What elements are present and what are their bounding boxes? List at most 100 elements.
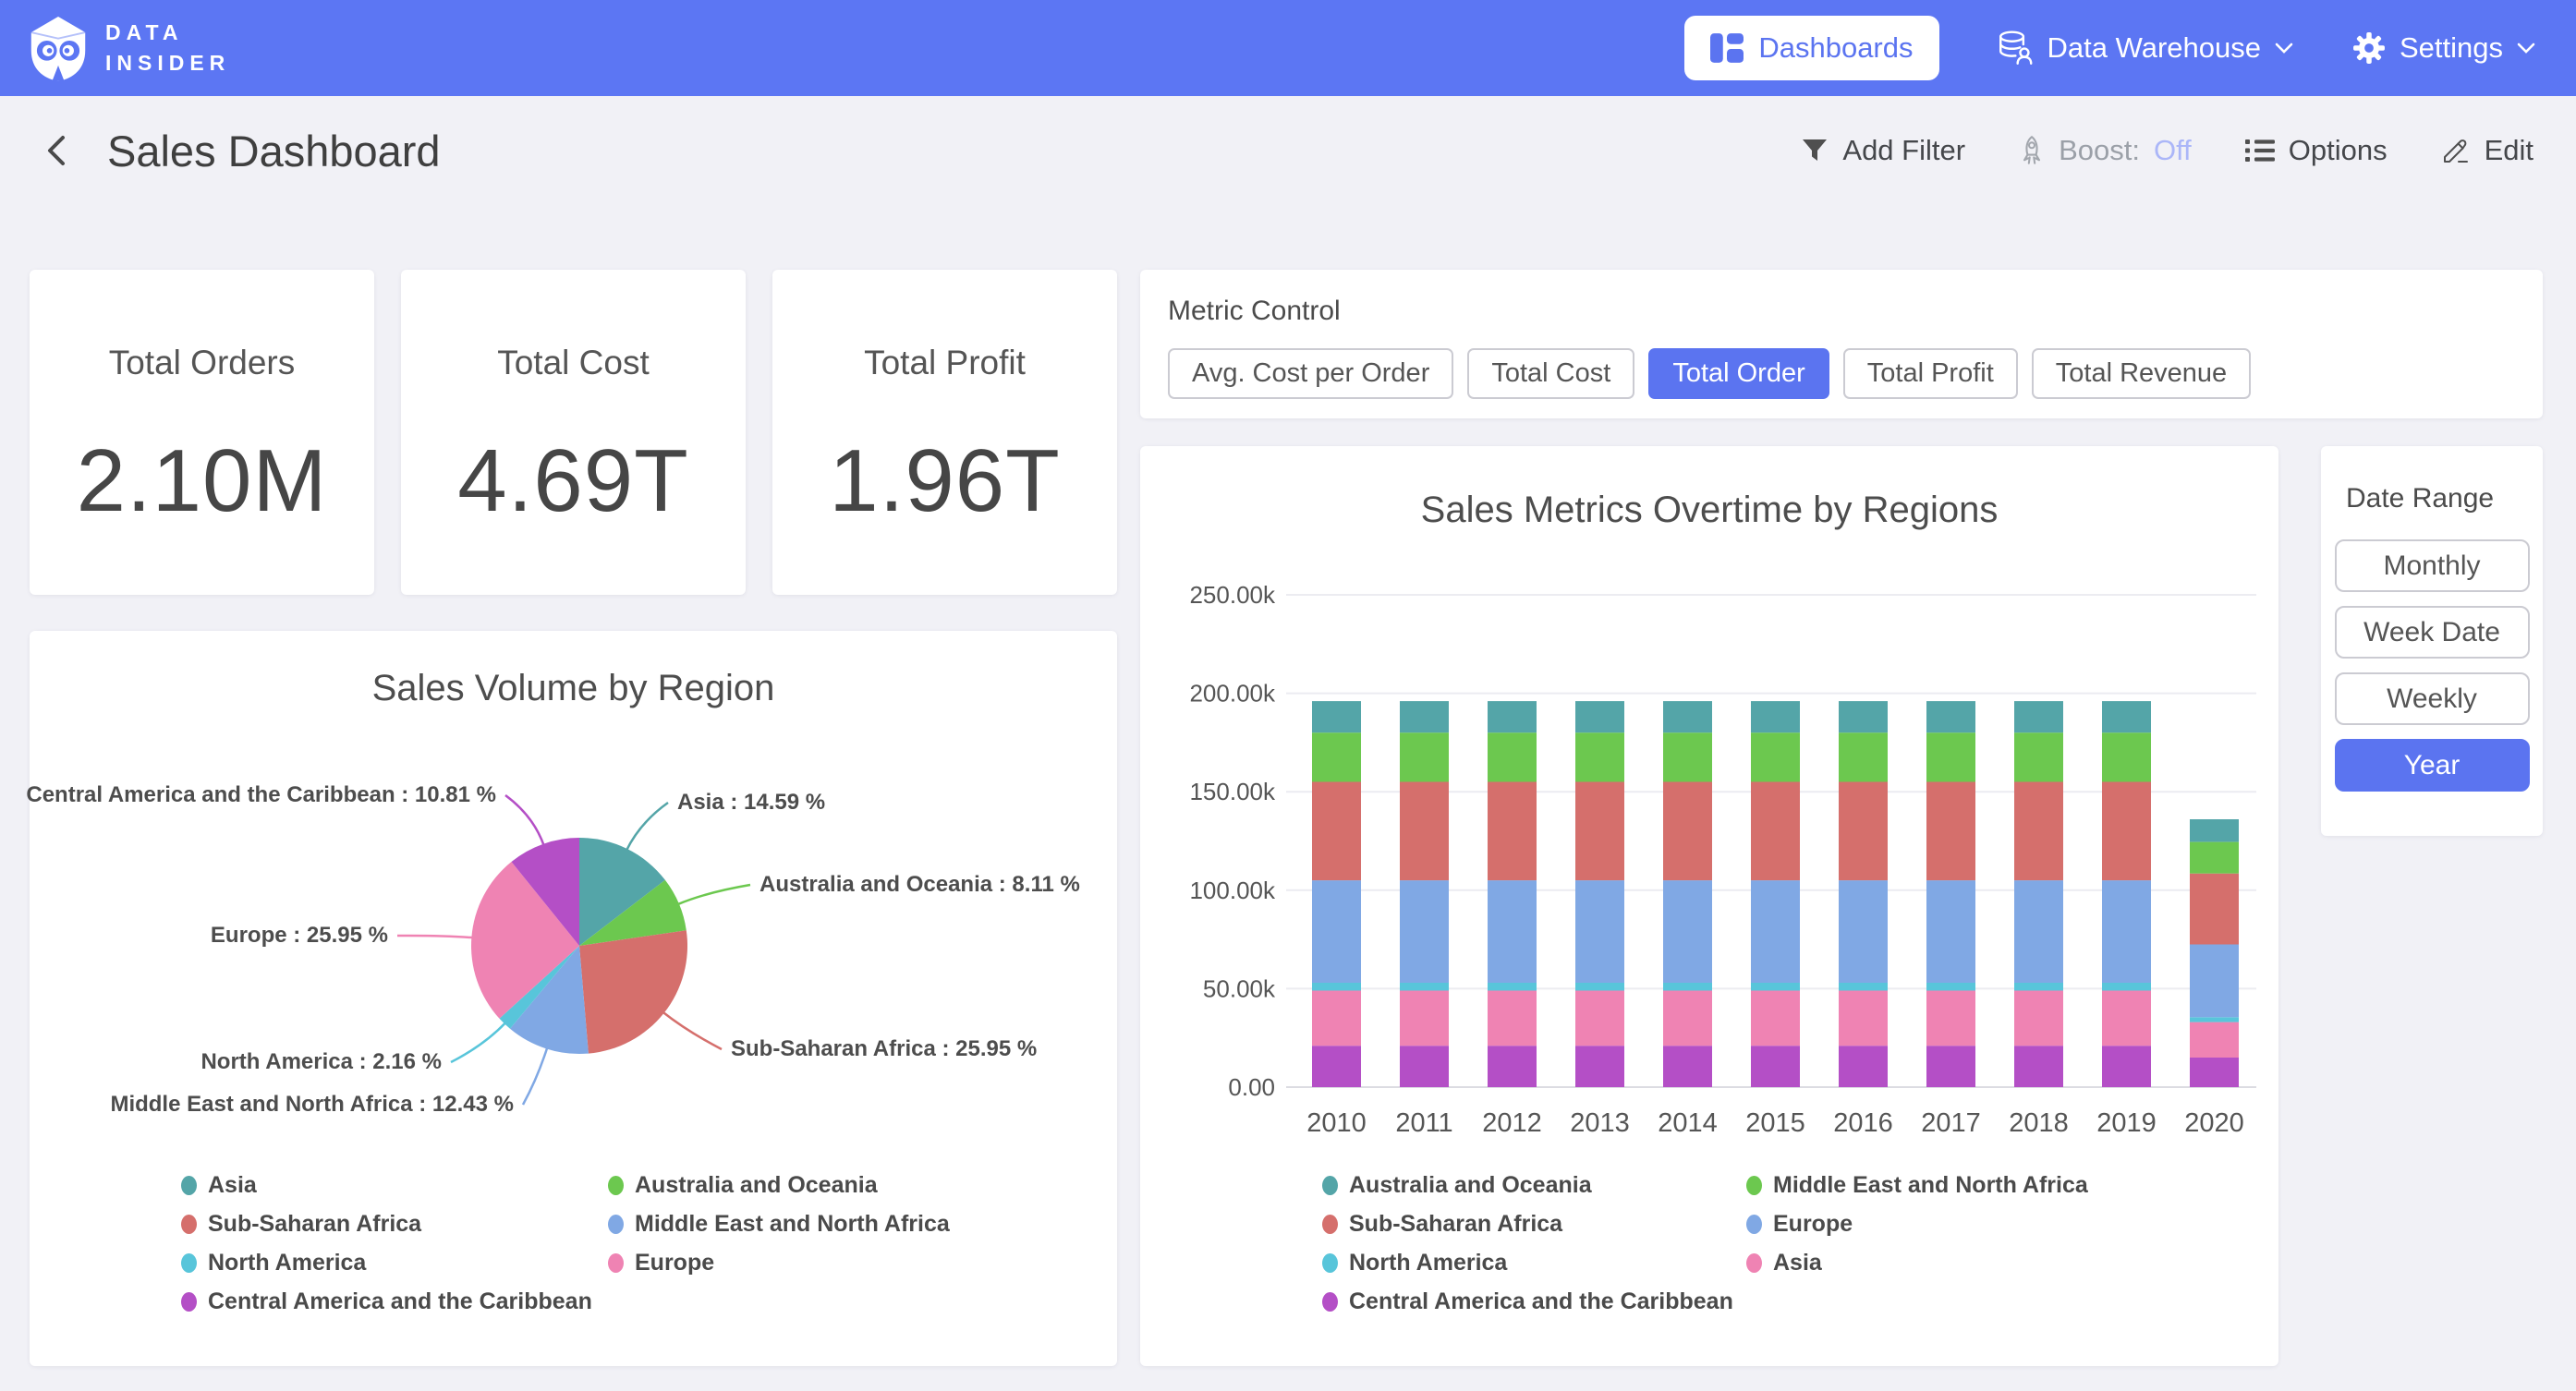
legend-item[interactable]: Middle East and North Africa xyxy=(1746,1172,2088,1199)
legend-label: Europe xyxy=(1773,1211,1853,1238)
legend-item[interactable]: Sub-Saharan Africa xyxy=(1322,1211,1733,1238)
bar-segment xyxy=(1839,732,1888,781)
bar-segment xyxy=(1575,782,1624,881)
bar-segment xyxy=(1488,732,1537,781)
owl-logo-icon xyxy=(28,14,89,82)
edit-label: Edit xyxy=(2485,134,2533,167)
x-axis-tick-label: 2016 xyxy=(1833,1108,1893,1138)
bar-segment xyxy=(1751,732,1800,781)
x-axis-tick-label: 2014 xyxy=(1658,1108,1718,1138)
legend-item[interactable]: North America xyxy=(181,1250,592,1276)
x-axis-tick-label: 2015 xyxy=(1745,1108,1805,1138)
bar-segment xyxy=(1488,880,1537,983)
bar-segment xyxy=(2014,701,2063,732)
bar-segment xyxy=(1839,880,1888,983)
legend-item[interactable]: Central America and the Caribbean xyxy=(1322,1288,1733,1315)
bar-segment xyxy=(2190,1058,2239,1087)
metric-control-title: Metric Control xyxy=(1168,296,2515,327)
date-button-weekly[interactable]: Weekly xyxy=(2335,672,2530,725)
metric-button-total-order[interactable]: Total Order xyxy=(1648,348,1829,399)
legend-color-dot xyxy=(181,1176,197,1195)
metric-button-avg-cost-per-order[interactable]: Avg. Cost per Order xyxy=(1168,348,1453,399)
date-range-card: Date Range Monthly Week Date Weekly Year xyxy=(2321,446,2543,836)
bar-segment xyxy=(1312,782,1361,881)
bar-segment xyxy=(1751,1046,1800,1087)
legend-item[interactable]: Middle East and North Africa xyxy=(608,1211,950,1238)
x-axis-tick-label: 2010 xyxy=(1306,1108,1367,1138)
legend-color-dot xyxy=(181,1215,197,1234)
bar-segment xyxy=(2014,991,2063,1046)
legend-item[interactable]: Australia and Oceania xyxy=(1322,1172,1733,1199)
x-axis-tick-label: 2012 xyxy=(1482,1108,1542,1138)
y-axis-tick-label: 200.00k xyxy=(1189,680,1276,708)
metric-button-total-profit[interactable]: Total Profit xyxy=(1843,348,2018,399)
legend-item[interactable]: Europe xyxy=(608,1250,950,1276)
legend-item[interactable]: Australia and Oceania xyxy=(608,1172,950,1199)
bar-segment xyxy=(1575,1046,1624,1087)
bar-segment xyxy=(1400,1046,1449,1087)
pie-leader-line xyxy=(505,795,544,846)
bar-segment xyxy=(2102,1046,2151,1087)
legend-label: Europe xyxy=(635,1250,714,1276)
date-button-year[interactable]: Year xyxy=(2335,739,2530,792)
metric-button-total-revenue[interactable]: Total Revenue xyxy=(2032,348,2251,399)
metric-buttons: Avg. Cost per Order Total Cost Total Ord… xyxy=(1168,348,2515,399)
bar-segment xyxy=(1663,983,1712,991)
metric-button-total-cost[interactable]: Total Cost xyxy=(1467,348,1634,399)
legend-label: North America xyxy=(1349,1250,1507,1276)
y-axis-tick-label: 150.00k xyxy=(1189,778,1276,805)
legend-label: Asia xyxy=(208,1172,257,1199)
pie-slice xyxy=(579,930,687,1053)
bar-segment xyxy=(2102,782,2151,881)
nav-item-settings[interactable]: Settings xyxy=(2352,31,2535,65)
legend-item[interactable]: Sub-Saharan Africa xyxy=(181,1211,592,1238)
pencil-icon xyxy=(2441,136,2471,165)
legend-color-dot xyxy=(608,1253,624,1273)
pie-slice-label: Central America and the Caribbean : 10.8… xyxy=(26,782,496,808)
bar-segment xyxy=(2102,991,2151,1046)
chevron-down-icon xyxy=(2275,42,2293,54)
legend-color-dot xyxy=(1322,1176,1338,1195)
edit-button[interactable]: Edit xyxy=(2441,134,2533,167)
header-actions: Add Filter Boost: Off xyxy=(1801,134,2533,167)
bar-segment xyxy=(2190,842,2239,874)
pie-leader-line xyxy=(523,1047,547,1105)
back-chevron-icon xyxy=(43,130,70,171)
bar-segment xyxy=(1312,880,1361,983)
bar-segment xyxy=(1926,983,1975,991)
legend-item[interactable]: Asia xyxy=(181,1172,592,1199)
bar-segment xyxy=(1926,701,1975,732)
bar-legend-column-1: Australia and Oceania Sub-Saharan Africa N… xyxy=(1322,1172,1733,1315)
pie-slice-label: Asia : 14.59 % xyxy=(677,790,825,816)
bar-segment xyxy=(1575,991,1624,1046)
legend-item[interactable]: Europe xyxy=(1746,1211,2088,1238)
nav-item-label: Data Warehouse xyxy=(2047,31,2261,65)
page-title: Sales Dashboard xyxy=(107,126,441,176)
legend-item[interactable]: North America xyxy=(1322,1250,1733,1276)
pie-leader-line xyxy=(677,885,750,904)
pie-slice-label: Middle East and North Africa : 12.43 % xyxy=(110,1092,514,1118)
legend-color-dot xyxy=(1322,1253,1338,1273)
legend-item[interactable]: Asia xyxy=(1746,1250,2088,1276)
nav-item-dashboards[interactable]: Dashboards xyxy=(1684,16,1938,80)
back-button[interactable] xyxy=(43,130,70,171)
add-filter-button[interactable]: Add Filter xyxy=(1801,134,1965,167)
nav-item-data-warehouse[interactable]: Data Warehouse xyxy=(1999,30,2293,66)
kpi-label: Total Cost xyxy=(497,344,650,382)
boost-state: Off xyxy=(2154,134,2192,167)
legend-item[interactable]: Central America and the Caribbean xyxy=(181,1288,592,1315)
legend-label: Middle East and North Africa xyxy=(1773,1172,2088,1199)
bar-segment xyxy=(1663,782,1712,881)
legend-color-dot xyxy=(608,1176,624,1195)
x-axis-tick-label: 2018 xyxy=(2009,1108,2069,1138)
brand-logo: DATA INSIDER xyxy=(28,14,230,82)
database-icon xyxy=(1999,30,2034,66)
bar-segment xyxy=(1488,701,1537,732)
options-button[interactable]: Options xyxy=(2245,134,2388,167)
date-button-week-date[interactable]: Week Date xyxy=(2335,606,2530,659)
x-axis-tick-label: 2011 xyxy=(1395,1108,1452,1138)
pie-slice-label: Europe : 25.95 % xyxy=(211,923,388,949)
bar-segment xyxy=(2190,819,2239,842)
date-button-monthly[interactable]: Monthly xyxy=(2335,539,2530,592)
boost-toggle[interactable]: Boost: Off xyxy=(2019,134,2192,167)
